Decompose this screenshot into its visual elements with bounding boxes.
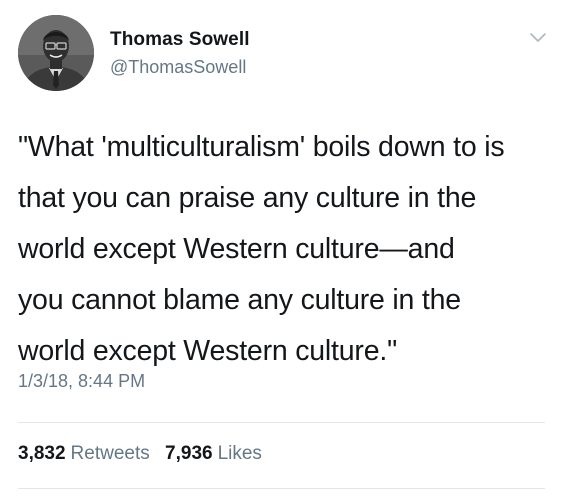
retweets-count: 3,832 xyxy=(18,443,66,464)
retweets-label: Retweets xyxy=(70,443,150,464)
likes-stat[interactable]: 7,936 Likes xyxy=(165,443,272,464)
chevron-down-icon[interactable] xyxy=(527,30,549,46)
tweet-stats: 3,832 Retweets 7,936 Likes xyxy=(18,443,272,465)
author-avatar[interactable] xyxy=(18,15,94,91)
author-handle[interactable]: @ThomasSowell xyxy=(110,57,246,78)
retweets-stat[interactable]: 3,832 Retweets xyxy=(18,443,165,464)
tweet-text: "What 'multiculturalism' boils down to i… xyxy=(18,131,505,367)
tweet-card: Thomas Sowell @ThomasSowell "What 'multi… xyxy=(0,0,563,500)
tweet-timestamp[interactable]: 1/3/18, 8:44 PM xyxy=(18,371,145,392)
author-name[interactable]: Thomas Sowell xyxy=(110,29,250,51)
likes-count: 7,936 xyxy=(165,443,213,464)
avatar-photo-icon xyxy=(18,15,94,91)
divider xyxy=(18,488,545,489)
divider xyxy=(18,422,545,423)
likes-label: Likes xyxy=(217,443,262,464)
